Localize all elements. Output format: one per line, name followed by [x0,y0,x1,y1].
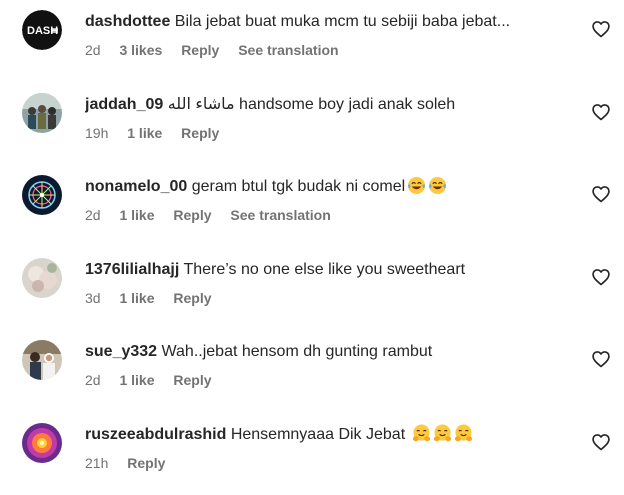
avatar[interactable]: DASH [22,10,62,50]
comment-body: sue_y332 Wah..jebat hensom dh gunting ra… [85,341,564,389]
comment-body: dashdottee Bila jebat buat muka mcm tu s… [85,11,564,59]
comment-meta: 21h Reply [85,454,564,472]
avatar[interactable] [22,340,62,380]
tears-of-joy-emoji-icon [429,176,447,195]
comment-meta: 2d 1 like Reply [85,371,564,389]
comments-list: DASH dashdottee Bila jebat buat muka mcm… [0,0,624,478]
comment-time[interactable]: 2d [85,372,101,388]
comment-text: Wah..jebat hensom dh gunting rambut [161,343,433,360]
see-translation-button[interactable]: See translation [238,42,338,58]
reply-button[interactable]: Reply [173,207,211,223]
comment-text: geram btul tgk budak ni comel [191,178,406,195]
reply-button[interactable]: Reply [127,455,165,471]
like-heart-icon[interactable] [591,19,611,39]
comment-item: ruszeeabdulrashid Hensemnyaaa Dik Jebat [0,413,624,495]
comment-time[interactable]: 21h [85,455,108,471]
comment-body: ruszeeabdulrashid Hensemnyaaa Dik Jebat [85,424,564,472]
comment-line: 1376lilialhajj There’s no one else like … [85,259,564,281]
comment-likes[interactable]: 1 like [119,290,154,306]
avatar[interactable] [22,175,62,215]
comment-username[interactable]: dashdottee [85,13,170,30]
comment-username[interactable]: sue_y332 [85,343,157,360]
comment-meta: 3d 1 like Reply [85,289,564,307]
like-heart-icon[interactable] [591,432,611,452]
comment-line: jaddah_09 ماشاء الله handsome boy jadi a… [85,94,564,116]
comment-time[interactable]: 19h [85,125,108,141]
comment-body: nonamelo_00 geram btul tgk budak ni come… [85,176,564,224]
comment-username[interactable]: jaddah_09 [85,96,163,113]
comment-line: dashdottee Bila jebat buat muka mcm tu s… [85,11,564,33]
comment-text: ماشاء الله handsome boy jadi anak soleh [167,96,456,113]
comment-line: sue_y332 Wah..jebat hensom dh gunting ra… [85,341,564,363]
comment-likes[interactable]: 3 likes [119,42,162,58]
comment-line: ruszeeabdulrashid Hensemnyaaa Dik Jebat [85,424,564,446]
see-translation-button[interactable]: See translation [230,207,330,223]
comment-username[interactable]: 1376lilialhajj [85,261,179,278]
comment-time[interactable]: 3d [85,290,101,306]
reply-button[interactable]: Reply [173,290,211,306]
comment-text: Bila jebat buat muka mcm tu sebiji baba … [174,13,511,30]
comment-item: DASH dashdottee Bila jebat buat muka mcm… [0,0,624,82]
like-heart-icon[interactable] [591,349,611,369]
comment-username[interactable]: nonamelo_00 [85,178,187,195]
comment-item: 1376lilialhajj There’s no one else like … [0,248,624,330]
reply-button[interactable]: Reply [181,42,219,58]
tears-of-joy-emoji-icon [408,176,426,195]
hugging-face-emoji-icon [454,424,472,442]
comment-likes[interactable]: 1 like [119,207,154,223]
comment-text: There’s no one else like you sweetheart [183,261,466,278]
comment-body: jaddah_09 ماشاء الله handsome boy jadi a… [85,94,564,142]
comment-line: nonamelo_00 geram btul tgk budak ni come… [85,176,564,198]
like-heart-icon[interactable] [591,267,611,287]
hugging-face-emoji-icon [412,424,430,442]
comment-item: sue_y332 Wah..jebat hensom dh gunting ra… [0,330,624,412]
like-heart-icon[interactable] [591,102,611,122]
comment-meta: 19h 1 like Reply [85,124,564,142]
reply-button[interactable]: Reply [181,125,219,141]
avatar[interactable] [22,93,62,133]
comment-item: nonamelo_00 geram btul tgk budak ni come… [0,165,624,247]
like-heart-icon[interactable] [591,184,611,204]
comment-username[interactable]: ruszeeabdulrashid [85,426,226,443]
comment-time[interactable]: 2d [85,42,101,58]
comment-time[interactable]: 2d [85,207,101,223]
comment-body: 1376lilialhajj There’s no one else like … [85,259,564,307]
comment-text: Hensemnyaaa Dik Jebat [230,426,406,443]
avatar[interactable] [22,423,62,463]
comment-meta: 2d 1 like Reply See translation [85,206,564,224]
comment-meta: 2d 3 likes Reply See translation [85,41,564,59]
comment-item: jaddah_09 ماشاء الله handsome boy jadi a… [0,83,624,165]
hugging-face-emoji-icon [433,424,451,442]
comment-likes[interactable]: 1 like [127,125,162,141]
avatar[interactable] [22,258,62,298]
reply-button[interactable]: Reply [173,372,211,388]
comment-likes[interactable]: 1 like [119,372,154,388]
